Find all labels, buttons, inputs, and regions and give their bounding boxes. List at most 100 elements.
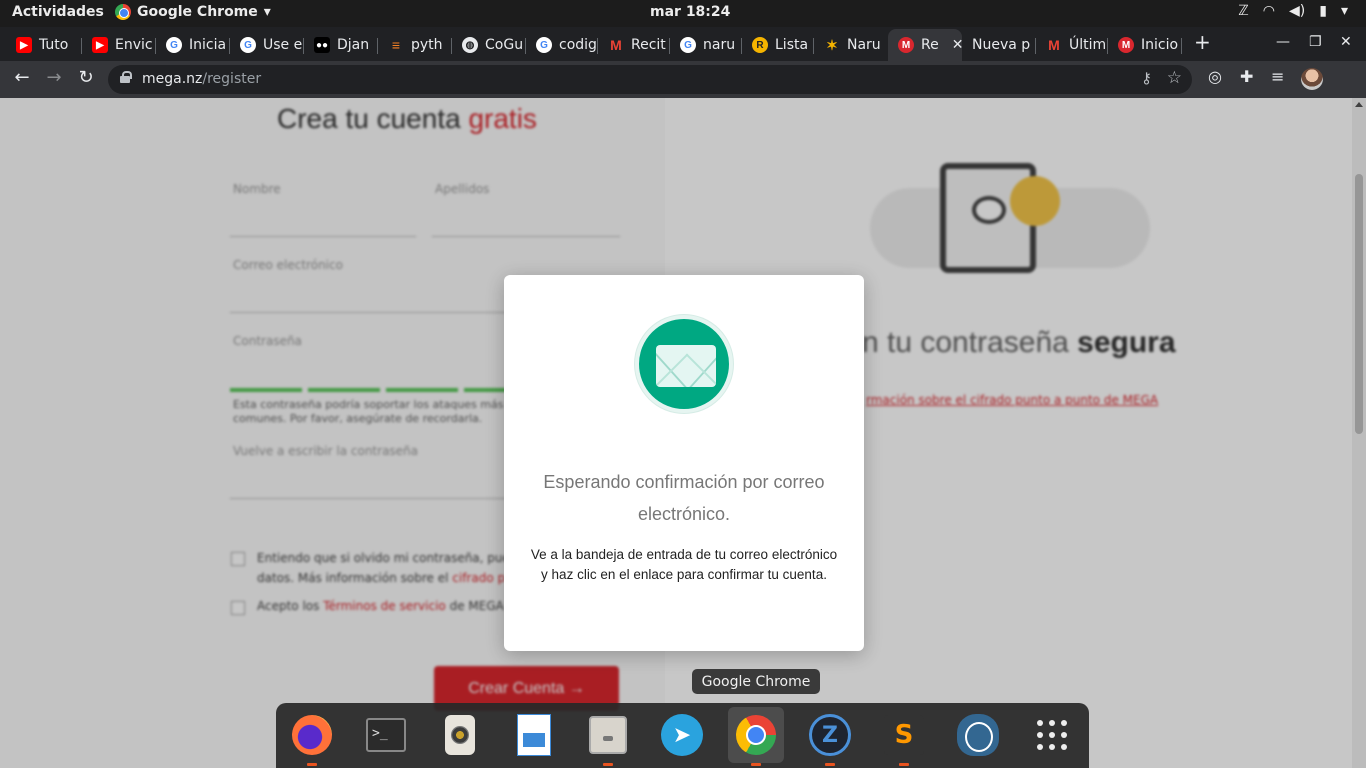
gmail-icon: M	[1048, 37, 1060, 53]
tab[interactable]: ▶ Envic	[82, 29, 156, 61]
url-path: /register	[202, 71, 262, 87]
activities-button[interactable]: Actividades	[12, 4, 104, 20]
dock-files[interactable]	[584, 711, 632, 766]
postgres-elephant-icon	[957, 714, 999, 756]
files-cabinet-icon	[589, 716, 627, 754]
dock-zeal[interactable]: Z	[806, 711, 854, 766]
tab-label: Use e	[263, 37, 303, 53]
dock-chrome[interactable]	[728, 707, 784, 766]
system-tray[interactable]: ℤ ◠ ◀) ▮ ▾	[1238, 3, 1348, 19]
medium-icon: ●●	[314, 37, 330, 53]
dock-terminal[interactable]: >_	[362, 711, 410, 759]
naruto-icon: ✶	[826, 36, 838, 53]
tab-label: pyth	[411, 37, 443, 53]
tab[interactable]: M Recit	[598, 29, 670, 61]
terminal-icon: >_	[366, 718, 406, 752]
gmail-icon: M	[610, 37, 622, 53]
tab[interactable]: M Últim	[1036, 29, 1108, 61]
chevron-down-icon[interactable]: ▾	[1341, 3, 1348, 19]
lock-icon[interactable]	[120, 71, 132, 83]
tab-label: CoGu	[485, 37, 524, 53]
dock-telegram[interactable]: ➤	[658, 711, 706, 759]
tab-label: codig	[559, 37, 597, 53]
tab[interactable]: ▶ Tuto	[6, 29, 82, 61]
maximize-icon[interactable]: ❐	[1309, 34, 1322, 50]
clock[interactable]: mar 18:24	[650, 4, 730, 20]
google-icon: G	[166, 37, 182, 53]
tab-label: Tuto	[39, 37, 69, 53]
google-icon: G	[680, 37, 696, 53]
dock-show-applications[interactable]	[1028, 711, 1076, 759]
reload-icon[interactable]: ↻	[74, 67, 98, 88]
tab[interactable]: ◍ CoGu	[452, 29, 526, 61]
close-window-icon[interactable]: ✕	[1340, 34, 1352, 50]
wifi-icon[interactable]: ◠	[1263, 3, 1275, 19]
dialog-body: Ve a la bandeja de entrada de tu correo …	[530, 547, 838, 582]
back-arrow-icon[interactable]: ←	[10, 67, 34, 88]
tab-label: Últim	[1069, 37, 1107, 53]
minimize-icon[interactable]: —	[1276, 34, 1290, 50]
new-tab-button[interactable]: +	[1194, 30, 1211, 54]
tab[interactable]: R Lista	[742, 29, 814, 61]
puzzle-extensions-icon[interactable]: ✚	[1240, 67, 1253, 86]
app-menu-label: Google Chrome	[137, 4, 258, 20]
tab-strip: ▶ Tuto ▶ Envic G Inicia G Use e ●● Djan …	[0, 27, 1366, 61]
bookmark-star-icon[interactable]: ☆	[1167, 68, 1182, 88]
tab-label: Naru	[847, 37, 881, 53]
battery-icon[interactable]: ▮	[1319, 3, 1327, 19]
tab[interactable]: G codig	[526, 29, 598, 61]
tab[interactable]: M Inicio	[1108, 29, 1182, 61]
globe-icon: ◍	[462, 37, 478, 53]
google-icon: G	[536, 37, 552, 53]
google-icon: G	[240, 37, 256, 53]
dock-sublime[interactable]: S	[880, 711, 928, 766]
zeal-tray-icon[interactable]: ℤ	[1238, 3, 1248, 19]
tab-label: Envic	[115, 37, 153, 53]
volume-icon[interactable]: ◀)	[1289, 3, 1305, 19]
tab[interactable]: G Use e	[230, 29, 304, 61]
firefox-icon	[292, 715, 332, 755]
tab[interactable]: G Inicia	[156, 29, 230, 61]
media-queue-icon[interactable]: ≡	[1271, 67, 1284, 86]
r-icon: R	[752, 37, 768, 53]
dock: >_ ➤ Z S	[276, 703, 1089, 768]
tab[interactable]: Nueva p	[962, 29, 1036, 61]
chevron-down-icon: ▾	[263, 4, 271, 20]
tab[interactable]: G naru	[670, 29, 742, 61]
zeal-icon: Z	[809, 714, 851, 756]
forward-arrow-icon[interactable]: →	[42, 67, 66, 88]
browser-toolbar: ← → ↻ mega.nz/register ⚷ ☆	[0, 61, 1366, 98]
dock-firefox[interactable]	[288, 711, 336, 766]
tab-label: Recit	[631, 37, 666, 53]
dock-rhythmbox[interactable]	[436, 711, 484, 759]
writer-document-icon	[517, 714, 551, 756]
dock-writer[interactable]	[510, 711, 558, 759]
profile-avatar[interactable]	[1301, 68, 1323, 90]
tab-label: Djan	[337, 37, 370, 53]
tab-label: Lista	[775, 37, 809, 53]
address-bar[interactable]: mega.nz/register ⚷ ☆	[108, 65, 1192, 94]
tab[interactable]: ✶ Naru	[814, 29, 888, 61]
url-host: mega.nz	[142, 71, 203, 87]
app-grid-icon	[1036, 719, 1068, 751]
tab-label: naru	[703, 37, 736, 53]
mega-icon: M	[898, 37, 914, 53]
tab-active[interactable]: M Re ✕	[888, 29, 962, 61]
tab[interactable]: ●● Djan	[304, 29, 378, 61]
youtube-icon: ▶	[92, 37, 108, 53]
url-text[interactable]: mega.nz/register	[142, 71, 261, 87]
dock-pgadmin[interactable]	[954, 711, 1002, 759]
close-tab-icon[interactable]: ✕	[952, 37, 962, 53]
dialog-title: Esperando confirmación por correo electr…	[543, 472, 825, 524]
extension-icon[interactable]: ◎	[1208, 67, 1222, 86]
gnome-top-bar: Actividades Google Chrome ▾ mar 18:24 ℤ …	[0, 0, 1366, 27]
envelope-icon	[656, 345, 716, 387]
tab-label: Inicio	[1141, 37, 1179, 53]
telegram-icon: ➤	[661, 714, 703, 756]
sublime-text-icon: S	[884, 715, 924, 755]
tab[interactable]: ≡ pyth	[378, 29, 452, 61]
chrome-icon	[115, 4, 131, 20]
app-menu[interactable]: Google Chrome ▾	[115, 4, 271, 20]
key-icon[interactable]: ⚷	[1141, 69, 1152, 87]
stackoverflow-icon: ≡	[391, 37, 401, 53]
